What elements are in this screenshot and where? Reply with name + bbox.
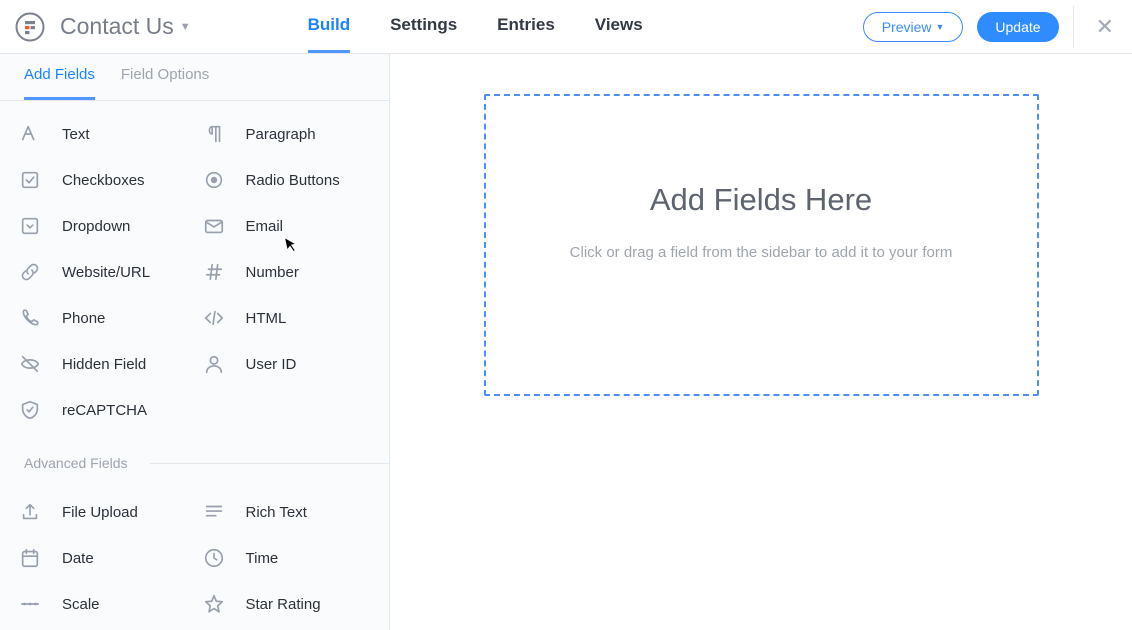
tab-views[interactable]: Views (595, 0, 643, 53)
upload-icon (18, 500, 42, 524)
richtext-icon (202, 500, 226, 524)
field-label: HTML (246, 310, 287, 327)
field-label: User ID (246, 356, 297, 373)
field-label: Dropdown (62, 218, 130, 235)
dropzone[interactable]: Add Fields Here Click or drag a field fr… (484, 94, 1039, 396)
field-checkboxes[interactable]: Checkboxes (18, 165, 188, 195)
field-rich-text[interactable]: Rich Text (202, 497, 372, 527)
field-user-id[interactable]: User ID (202, 349, 372, 379)
radio-icon (202, 168, 226, 192)
hash-icon (202, 260, 226, 284)
field-html[interactable]: HTML (202, 303, 372, 333)
phone-icon (18, 306, 42, 330)
checkbox-icon (18, 168, 42, 192)
vertical-divider (1073, 6, 1074, 48)
field-website-url[interactable]: Website/URL (18, 257, 188, 287)
field-paragraph[interactable]: Paragraph (202, 119, 372, 149)
dropzone-subtitle: Click or drag a field from the sidebar t… (570, 244, 953, 261)
text-icon (18, 122, 42, 146)
canvas: Add Fields Here Click or drag a field fr… (390, 54, 1132, 630)
field-hidden-field[interactable]: Hidden Field (18, 349, 188, 379)
sidebar-tab-add-fields[interactable]: Add Fields (24, 66, 95, 100)
tab-entries[interactable]: Entries (497, 0, 555, 53)
preview-button[interactable]: Preview ▼ (863, 12, 964, 42)
field-scale[interactable]: Scale (18, 589, 188, 619)
field-dropdown[interactable]: Dropdown (18, 211, 188, 241)
scale-icon (18, 592, 42, 616)
field-recaptcha[interactable]: reCAPTCHA (18, 395, 188, 425)
builder-tabs: Build Settings Entries Views (308, 0, 643, 53)
field-text[interactable]: Text (18, 119, 188, 149)
sidebar: Add Fields Field Options Text Paragraph Ch… (0, 54, 390, 630)
html-icon (202, 306, 226, 330)
hidden-icon (18, 352, 42, 376)
field-star-rating[interactable]: Star Rating (202, 589, 372, 619)
link-icon (18, 260, 42, 284)
field-label: Paragraph (246, 126, 316, 143)
tab-settings[interactable]: Settings (390, 0, 457, 53)
caret-down-icon: ▼ (180, 21, 191, 33)
field-label: Text (62, 126, 90, 143)
form-title-text: Contact Us (60, 13, 174, 40)
form-title-dropdown[interactable]: Contact Us ▼ (60, 13, 191, 40)
sidebar-tab-field-options[interactable]: Field Options (121, 66, 209, 100)
field-label: Star Rating (246, 596, 321, 613)
field-label: Phone (62, 310, 105, 327)
clock-icon (202, 546, 226, 570)
preview-label: Preview (882, 19, 932, 35)
field-label: Time (246, 550, 279, 567)
calendar-icon (18, 546, 42, 570)
field-label: Scale (62, 596, 100, 613)
field-label: Website/URL (62, 264, 150, 281)
paragraph-icon (202, 122, 226, 146)
update-button[interactable]: Update (977, 12, 1058, 42)
section-advanced-fields: Advanced Fields (0, 449, 389, 477)
field-label: Date (62, 550, 94, 567)
field-file-upload[interactable]: File Upload (18, 497, 188, 527)
app-logo-icon (12, 9, 48, 45)
field-date[interactable]: Date (18, 543, 188, 573)
field-label: Hidden Field (62, 356, 146, 373)
field-label: Number (246, 264, 299, 281)
email-icon (202, 214, 226, 238)
top-actions: Preview ▼ Update ✕ (863, 6, 1114, 48)
field-label: Radio Buttons (246, 172, 340, 189)
shield-icon (18, 398, 42, 422)
field-number[interactable]: Number (202, 257, 372, 287)
field-email[interactable]: Email (202, 211, 372, 241)
tab-build[interactable]: Build (308, 0, 351, 53)
dropzone-title: Add Fields Here (650, 182, 872, 218)
topbar: Contact Us ▼ Build Settings Entries View… (0, 0, 1132, 54)
field-label: Email (246, 218, 284, 235)
caret-down-icon: ▼ (935, 22, 944, 32)
star-icon (202, 592, 226, 616)
field-radio-buttons[interactable]: Radio Buttons (202, 165, 372, 195)
close-icon[interactable]: ✕ (1088, 14, 1114, 40)
field-label: Rich Text (246, 504, 307, 521)
field-label: reCAPTCHA (62, 402, 147, 419)
field-label: Checkboxes (62, 172, 145, 189)
field-phone[interactable]: Phone (18, 303, 188, 333)
user-icon (202, 352, 226, 376)
dropdown-icon (18, 214, 42, 238)
sidebar-tabs: Add Fields Field Options (0, 54, 389, 101)
field-time[interactable]: Time (202, 543, 372, 573)
field-label: File Upload (62, 504, 138, 521)
